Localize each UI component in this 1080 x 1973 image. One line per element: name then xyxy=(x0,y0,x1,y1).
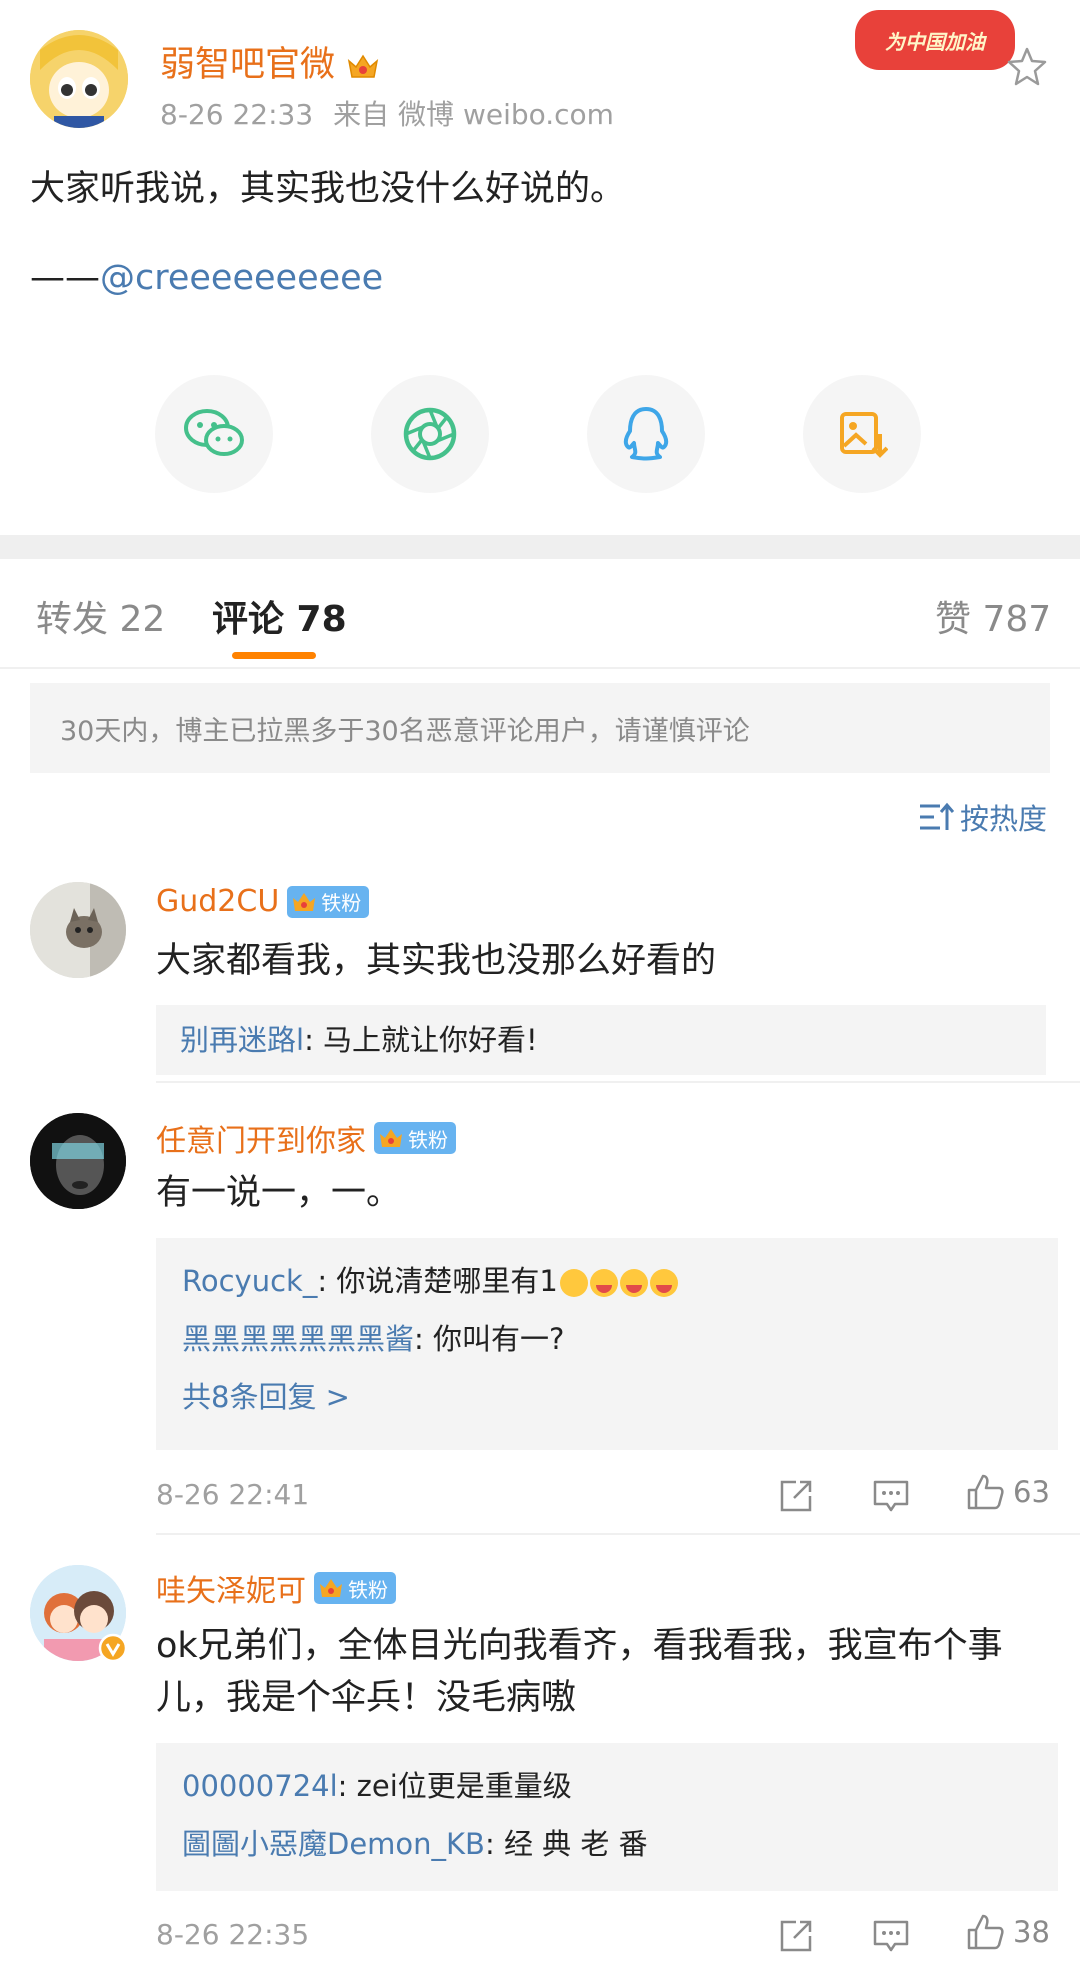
sort-label[interactable]: 按热度 xyxy=(960,796,1047,838)
reply-box[interactable]: Rocyuck_: 你说清楚哪里有1 黑黑黑黑黑黑黑酱: 你叫有一? 共8条回复… xyxy=(156,1238,1058,1450)
save-image-button[interactable] xyxy=(803,375,921,493)
section-divider xyxy=(0,535,1080,559)
wechat-icon xyxy=(184,409,244,456)
more-replies-link[interactable]: 共8条回复 > xyxy=(182,1368,1032,1426)
reply-text: : 你说清楚哪里有1 xyxy=(317,1264,558,1298)
comment-notice: 30天内，博主已拉黑多于30名恶意评论用户，请谨慎评论 xyxy=(30,683,1050,773)
comment-author-name[interactable]: 哇矢泽妮可 铁粉 xyxy=(156,1566,396,1610)
post-author-name-text[interactable]: 弱智吧官微 xyxy=(160,45,335,85)
reply-text: : 马上就让你好看! xyxy=(304,1023,538,1057)
share-qq-button[interactable] xyxy=(587,375,705,493)
tab-repost[interactable]: 转发 22 xyxy=(36,590,165,642)
promo-badge[interactable]: 为中国加油 xyxy=(855,10,1015,70)
tab-comments[interactable]: 评论 78 xyxy=(212,590,347,642)
post-source: 来自 微博 weibo.com xyxy=(333,98,614,131)
comment-author-name[interactable]: 任意门开到你家 铁粉 xyxy=(156,1116,456,1160)
credit-mention-link[interactable]: @creeeeeeeeee xyxy=(100,258,383,298)
fan-badge-label: 铁粉 xyxy=(408,1127,448,1152)
comment-icon[interactable] xyxy=(871,1916,911,1956)
thumbs-up-icon xyxy=(967,1474,1004,1510)
heart-eyes-emoji-icon xyxy=(649,1269,678,1297)
comment-author-name-text[interactable]: 哇矢泽妮可 xyxy=(156,1566,306,1610)
sort-icon xyxy=(920,802,954,830)
verified-badge-icon xyxy=(98,1633,128,1663)
comment-time: 8-26 22:35 xyxy=(156,1918,310,1951)
iron-fan-badge: 铁粉 xyxy=(314,1572,396,1604)
reply-item[interactable]: 00000724l: zei位更是重量级 xyxy=(182,1757,1032,1815)
reply-item[interactable]: Rocyuck_: 你说清楚哪里有1 xyxy=(182,1252,1032,1310)
comment-text: 大家都看我，其实我也没那么好看的 xyxy=(156,941,717,981)
tabs-divider xyxy=(0,667,1080,669)
active-tab-indicator xyxy=(232,652,316,659)
reply-item[interactable]: 圖圖小惡魔Demon_KB: 经 典 老 番 xyxy=(182,1815,1032,1873)
comment-text: 有一说一，一。 xyxy=(156,1173,402,1213)
reply-item[interactable]: 黑黑黑黑黑黑黑酱: 你叫有一? xyxy=(182,1310,1032,1368)
comment-time: 8-26 22:41 xyxy=(156,1478,310,1511)
comment-avatar[interactable] xyxy=(30,1565,128,1663)
reply-user[interactable]: 黑黑黑黑黑黑黑酱 xyxy=(182,1322,414,1356)
fan-badge-label: 铁粉 xyxy=(348,1577,388,1602)
like-button[interactable]: 38 xyxy=(965,1912,1050,1952)
post-credit: ——@creeeeeeeeee xyxy=(30,258,383,298)
like-count: 38 xyxy=(1013,1915,1050,1949)
reply-user[interactable]: 圖圖小惡魔Demon_KB xyxy=(182,1827,485,1861)
comment-divider xyxy=(156,1533,1080,1535)
comment-avatar[interactable] xyxy=(30,882,126,978)
crown-icon xyxy=(380,1129,402,1147)
heart-eyes-emoji-icon xyxy=(589,1269,618,1297)
qq-icon xyxy=(623,407,669,461)
post-time: 8-26 22:33 xyxy=(160,98,314,131)
comment-author-name-text[interactable]: 任意门开到你家 xyxy=(156,1116,366,1160)
comment-author-name[interactable]: Gud2CU 铁粉 xyxy=(156,884,370,919)
moments-icon xyxy=(403,407,457,461)
favorite-star-icon[interactable] xyxy=(1005,45,1049,89)
crown-icon xyxy=(320,1579,342,1597)
tab-likes[interactable]: 赞 787 xyxy=(935,590,1051,642)
sort-by-hot-button[interactable]: 按热度 xyxy=(918,796,1047,838)
post-meta: 8-26 22:33 来自 微博 weibo.com xyxy=(160,93,634,133)
iron-fan-badge: 铁粉 xyxy=(374,1122,456,1154)
save-image-icon xyxy=(840,412,888,458)
like-count: 63 xyxy=(1013,1475,1050,1509)
credit-prefix: —— xyxy=(30,258,100,298)
comment-divider xyxy=(156,1081,1080,1083)
reply-item[interactable]: 别再迷路l: 马上就让你好看! xyxy=(180,1011,1022,1069)
reply-user[interactable]: Rocyuck_ xyxy=(182,1264,317,1298)
comment-author-name-text[interactable]: Gud2CU xyxy=(156,884,279,919)
vip-crown-icon xyxy=(348,54,379,78)
share-wechat-button[interactable] xyxy=(155,375,273,493)
crown-icon xyxy=(293,892,316,911)
heart-eyes-emoji-icon xyxy=(619,1269,648,1297)
repost-icon[interactable] xyxy=(776,1916,816,1956)
reply-user[interactable]: 00000724l xyxy=(182,1769,338,1803)
fan-badge-label: 铁粉 xyxy=(321,891,362,915)
like-button[interactable]: 63 xyxy=(965,1472,1050,1512)
comment-icon[interactable] xyxy=(871,1476,911,1516)
post-author-avatar[interactable] xyxy=(30,30,128,128)
reply-text: : 你叫有一? xyxy=(414,1322,565,1356)
comment-text: ok兄弟们，全体目光向我看齐，看我看我，我宣布个事儿，我是个伞兵！没毛病嗷 xyxy=(156,1626,1003,1718)
reply-box[interactable]: 00000724l: zei位更是重量级 圖圖小惡魔Demon_KB: 经 典 … xyxy=(156,1743,1058,1891)
iron-fan-badge: 铁粉 xyxy=(287,885,370,918)
smirk-emoji-icon xyxy=(559,1269,588,1297)
reply-text: : zei位更是重量级 xyxy=(337,1769,572,1803)
thumbs-up-icon xyxy=(967,1914,1004,1950)
reply-user[interactable]: 别再迷路l xyxy=(180,1023,304,1057)
post-text: 大家听我说，其实我也没什么好说的。 xyxy=(30,169,626,209)
post-author-name[interactable]: 弱智吧官微 xyxy=(160,36,380,87)
reply-box[interactable]: 别再迷路l: 马上就让你好看! xyxy=(156,1005,1046,1075)
reply-text: : 经 典 老 番 xyxy=(484,1827,648,1861)
repost-icon[interactable] xyxy=(776,1476,816,1516)
comment-avatar[interactable] xyxy=(30,1113,126,1209)
share-moments-button[interactable] xyxy=(371,375,489,493)
